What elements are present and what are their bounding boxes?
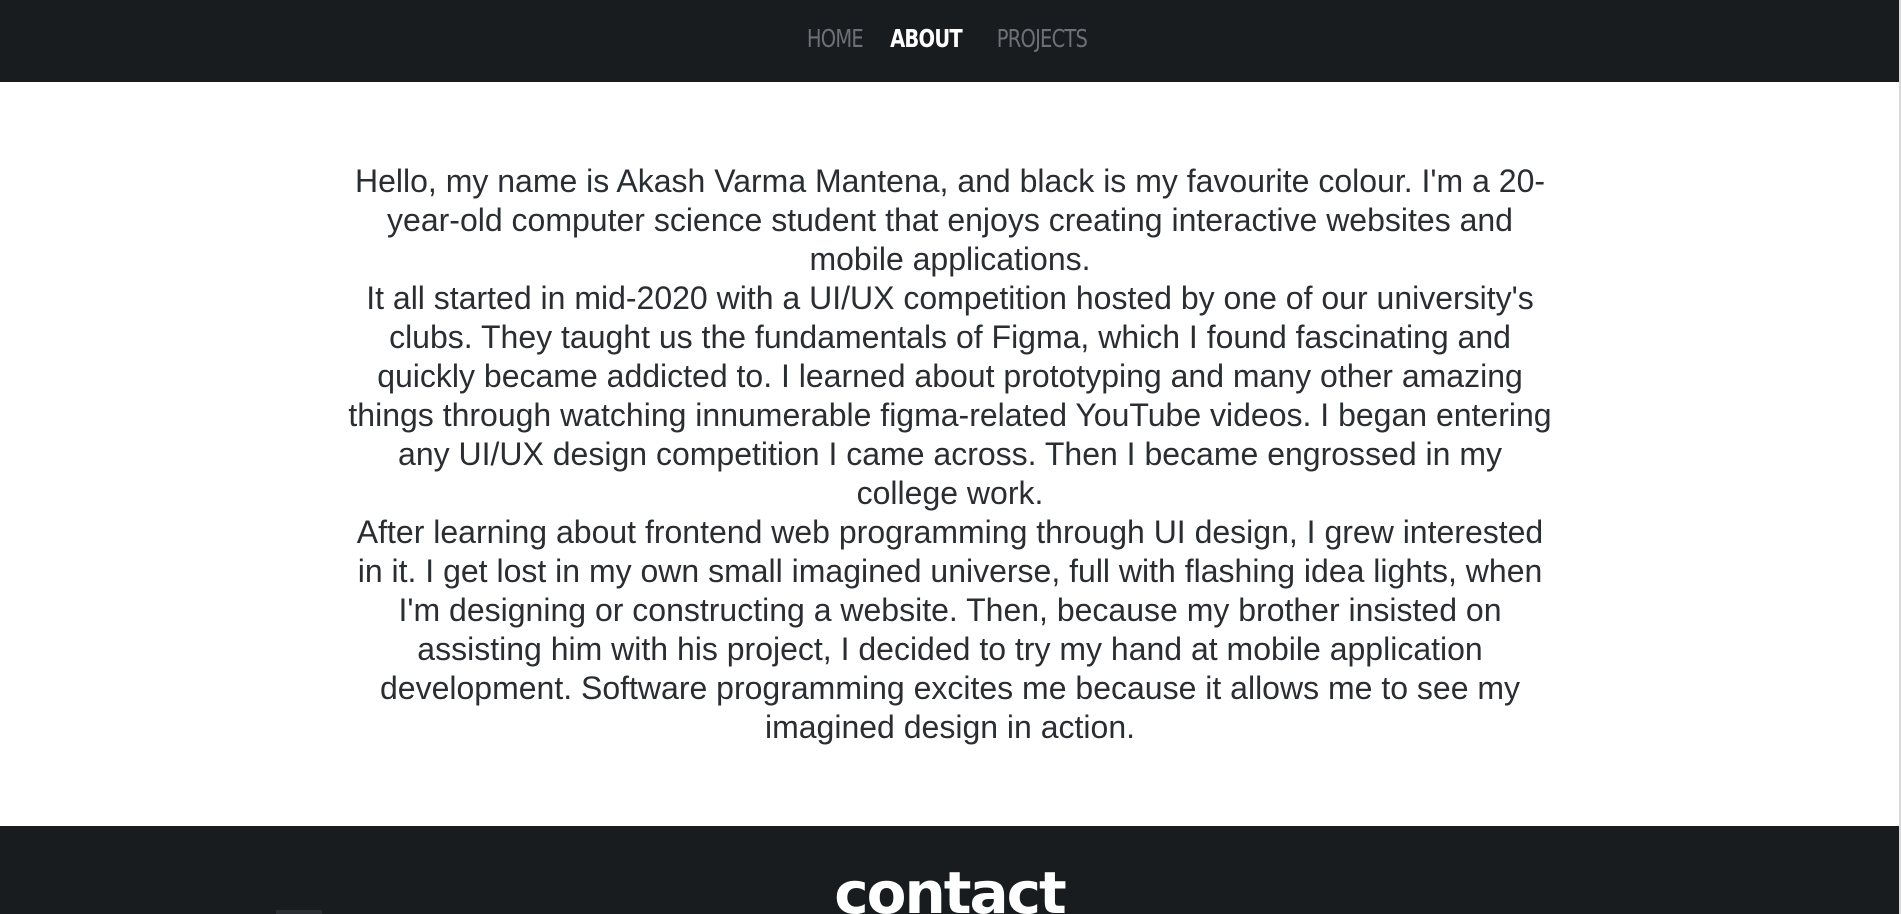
nav-link-home[interactable]: HOME bbox=[807, 26, 864, 51]
about-paragraph-intro: Hello, my name is Akash Varma Mantena, a… bbox=[354, 163, 1546, 277]
contact-decoration bbox=[276, 910, 322, 914]
contact-heading: contact bbox=[834, 859, 1067, 914]
nav-link-projects[interactable]: PROJECTS bbox=[997, 26, 1088, 51]
nav-link-about[interactable]: ABOUT bbox=[891, 26, 964, 51]
contact-footer: contact bbox=[0, 826, 1899, 914]
nav-links: HOME ABOUT PROJECTS bbox=[0, 26, 1899, 51]
about-section: Hello, my name is Akash Varma Mantena, a… bbox=[0, 82, 1899, 826]
about-paragraph-figma: It all started in mid-2020 with a UI/UX … bbox=[348, 280, 1552, 511]
about-paragraph-programming: After learning about frontend web progra… bbox=[356, 514, 1544, 745]
page: HOME ABOUT PROJECTS Hello, my name is Ak… bbox=[0, 0, 1901, 914]
top-navbar: HOME ABOUT PROJECTS bbox=[0, 0, 1899, 82]
about-text: Hello, my name is Akash Varma Mantena, a… bbox=[345, 162, 1555, 747]
